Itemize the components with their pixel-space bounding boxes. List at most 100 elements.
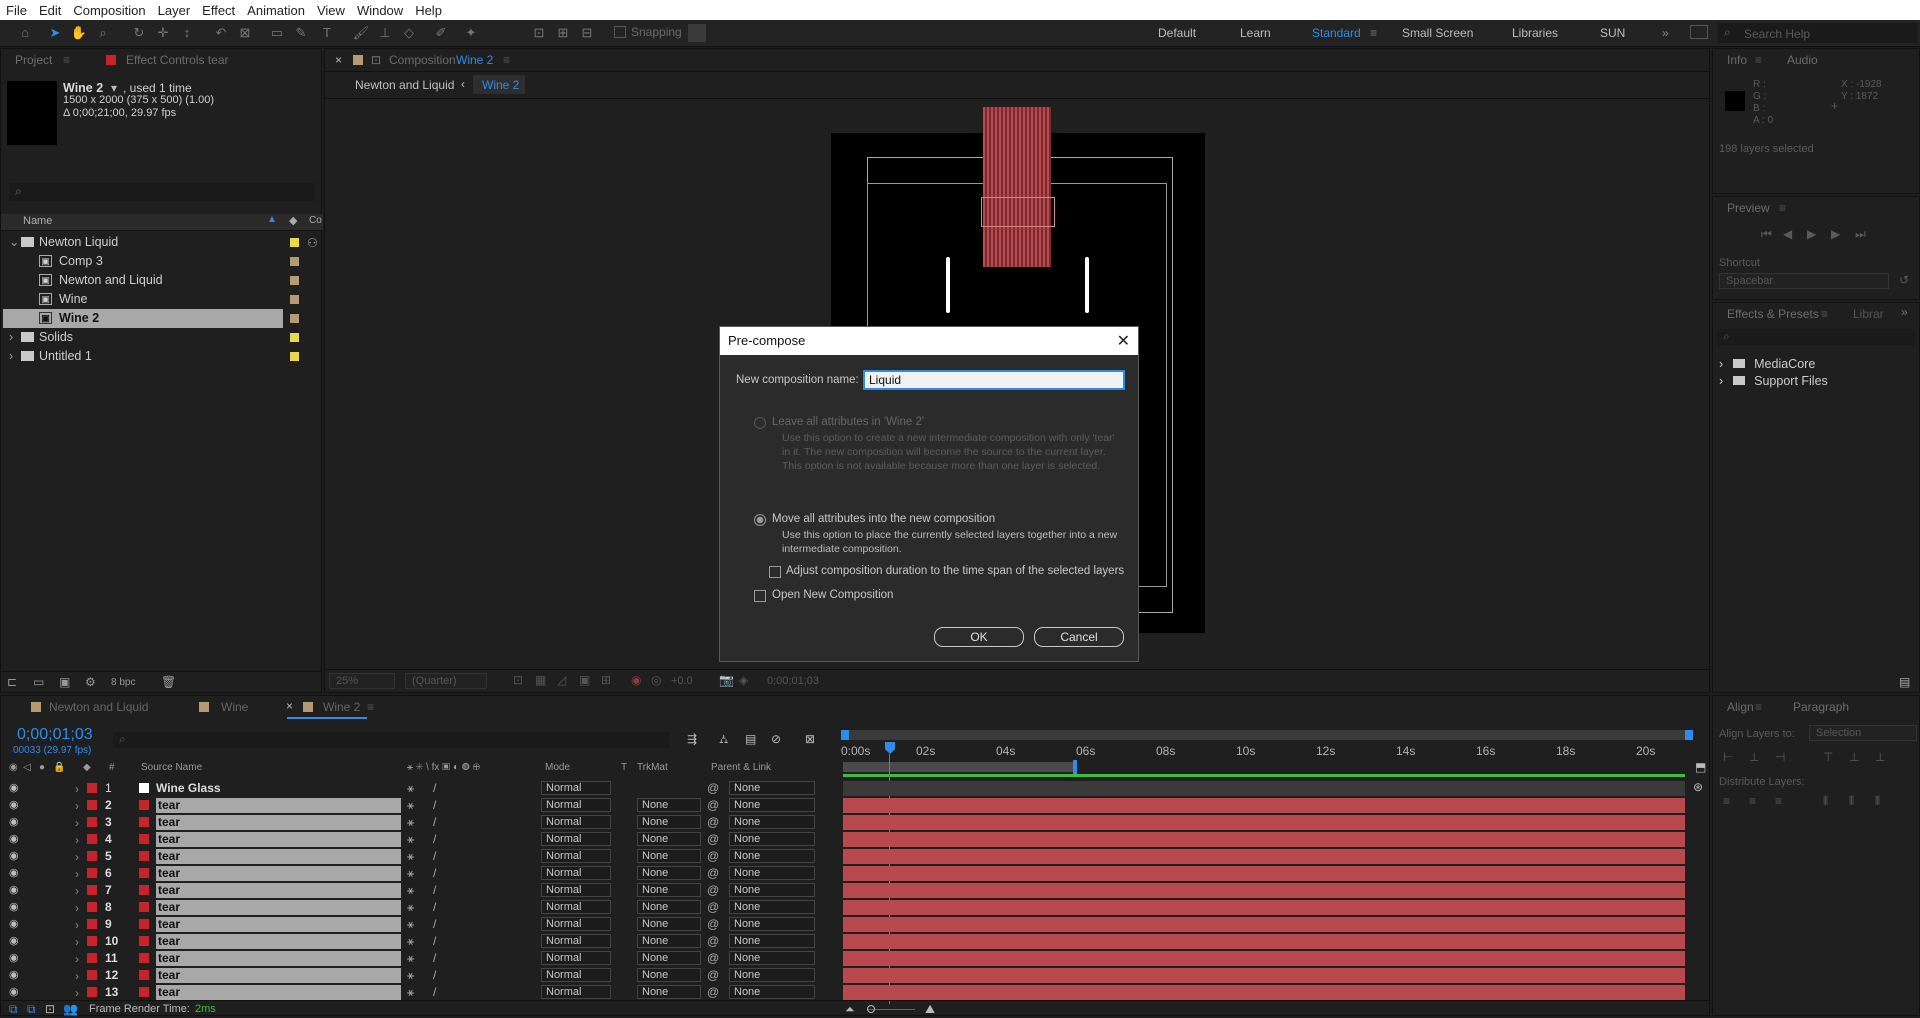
zoom-out-icon[interactable]: ⏶ [845, 1002, 855, 1017]
column-name[interactable]: Name [23, 215, 52, 227]
axis-local-icon[interactable]: ⊡ [530, 24, 548, 42]
parent-dropdown[interactable]: None [729, 900, 815, 914]
play-icon[interactable]: ▶ [1807, 227, 1816, 241]
timeline-tab-wine-2[interactable]: Wine 2 [323, 700, 360, 714]
switches-header-icon[interactable]: ⚹ ✳ \ fx ▣ ◐ ◍ ⊕ [407, 762, 480, 773]
pick-whip-icon[interactable]: @ [707, 968, 719, 982]
pick-whip-icon[interactable]: @ [707, 900, 719, 914]
radio-leave-attributes[interactable] [754, 417, 766, 429]
shy-switch-icon[interactable]: ⚹ [407, 917, 414, 932]
tab-info[interactable]: Info [1727, 53, 1747, 67]
menu-view[interactable]: View [311, 3, 351, 18]
expand-closed-icon[interactable]: › [75, 884, 79, 898]
mode-dropdown[interactable]: Normal [541, 968, 611, 982]
expand-closed-icon[interactable]: › [75, 782, 79, 796]
work-area-end-handle[interactable] [1685, 730, 1693, 740]
column-t[interactable]: T [621, 762, 627, 773]
align-to-dropdown[interactable]: Selection [1809, 725, 1917, 741]
layer-name[interactable]: tear [156, 883, 401, 898]
workspace-libraries[interactable]: Libraries [1512, 26, 1558, 40]
shy-switch-icon[interactable]: ⚹ [407, 849, 414, 864]
mode-dropdown[interactable]: Normal [541, 917, 611, 931]
menu-animation[interactable]: Animation [241, 3, 311, 18]
mode-dropdown[interactable]: Normal [541, 798, 611, 812]
color-management-icon[interactable]: ◉ [631, 673, 641, 687]
parent-dropdown[interactable]: None [729, 985, 815, 999]
layer-duration-bar[interactable] [843, 781, 1685, 796]
project-row[interactable]: ▣ Wine [3, 290, 299, 309]
distribute-top-icon[interactable]: ≡ [1723, 794, 1730, 808]
next-frame-icon[interactable]: ▶ [1831, 227, 1840, 241]
label-color[interactable] [87, 817, 97, 827]
hide-shy-layers-icon[interactable]: ▤ [745, 732, 756, 746]
layer-row[interactable]: ◉ › 5 tear ⚹ / Normal None @ None [1, 848, 1920, 865]
trash-icon[interactable]: 🗑 [161, 675, 176, 689]
eye-icon[interactable]: ◉ [9, 849, 19, 862]
layer-row[interactable]: ◉ › 8 tear ⚹ / Normal None @ None [1, 899, 1920, 916]
project-row[interactable]: ⌄ Newton Liquid [3, 233, 299, 252]
align-bottom-icon[interactable]: ⊥ [1875, 750, 1885, 764]
shy-switch-icon[interactable]: ⚹ [407, 883, 414, 898]
distribute-hcenter-icon[interactable]: ⫴ [1849, 794, 1854, 809]
axis-view-icon[interactable]: ⊟ [578, 24, 596, 42]
workspace-learn[interactable]: Learn [1240, 26, 1271, 40]
sort-ascending-icon[interactable]: ▲ [267, 214, 277, 225]
menu-edit[interactable]: Edit [33, 3, 67, 18]
mode-dropdown[interactable]: Normal [541, 951, 611, 965]
column-parent[interactable]: Parent & Link [711, 762, 771, 773]
parent-dropdown[interactable]: None [729, 934, 815, 948]
expand-closed-icon[interactable]: › [75, 867, 79, 881]
tab-paragraph[interactable]: Paragraph [1793, 700, 1849, 714]
eye-icon[interactable]: ◉ [9, 866, 19, 879]
quality-switch-icon[interactable]: / [433, 951, 436, 965]
ok-button[interactable]: OK [934, 627, 1024, 647]
distribute-right-icon[interactable]: ⫴ [1875, 794, 1880, 809]
quality-switch-icon[interactable]: / [433, 798, 436, 812]
project-row[interactable]: ▣ Newton and Liquid [3, 271, 299, 290]
home-icon[interactable]: ⌂ [16, 24, 34, 42]
zoom-in-icon[interactable]: ⛰ [925, 1002, 935, 1017]
expand-closed-icon[interactable]: › [75, 952, 79, 966]
item-dropdown-icon[interactable]: ▾ [111, 81, 117, 95]
snapshot-icon[interactable]: 📷 [719, 673, 734, 687]
clone-stamp-icon[interactable]: ⊥ [376, 24, 394, 42]
label-color[interactable] [87, 953, 97, 963]
layer-name[interactable]: Wine Glass [156, 781, 221, 795]
resolution-dropdown[interactable]: (Quarter) [405, 673, 487, 689]
trkmat-dropdown[interactable]: None [637, 968, 701, 982]
expand-closed-icon[interactable]: › [75, 850, 79, 864]
project-row[interactable]: › Solids [3, 328, 299, 347]
label-color[interactable] [87, 868, 97, 878]
tab-project[interactable]: Project [15, 49, 52, 71]
label-color[interactable] [87, 902, 97, 912]
timeline-menu-icon[interactable]: ≡ [367, 700, 374, 714]
search-help-field[interactable]: ⌕ Search Help [1718, 23, 1918, 43]
menu-layer[interactable]: Layer [152, 3, 197, 18]
label-color[interactable] [87, 834, 97, 844]
trkmat-dropdown[interactable]: None [637, 951, 701, 965]
close-tab-icon[interactable]: × [335, 53, 342, 67]
column-trkmat[interactable]: TrkMat [637, 762, 668, 773]
pick-whip-icon[interactable]: @ [707, 951, 719, 965]
eye-icon[interactable]: ◉ [9, 985, 19, 998]
layer-name[interactable]: tear [156, 934, 401, 949]
shy-switch-icon[interactable]: ⚹ [407, 951, 414, 966]
column-co[interactable]: Co [309, 215, 322, 226]
project-tab-menu-icon[interactable]: ≡ [63, 49, 70, 71]
work-area-bar[interactable] [841, 730, 1693, 740]
shy-switch-icon[interactable]: ⚹ [407, 900, 414, 915]
parent-dropdown[interactable]: None [729, 968, 815, 982]
eye-icon[interactable]: ◉ [9, 883, 19, 896]
pick-whip-icon[interactable]: @ [707, 917, 719, 931]
transfer-controls-toggle-icon[interactable]: ⧉ [27, 1002, 36, 1017]
expand-closed-icon[interactable]: › [75, 918, 79, 932]
region-of-interest-icon[interactable]: ▣ [579, 673, 590, 687]
parent-dropdown[interactable]: None [729, 781, 815, 795]
work-area-start-handle[interactable] [841, 730, 849, 740]
graph-editor-icon[interactable]: ⊠ [805, 732, 815, 746]
layer-row[interactable]: ◉ › 9 tear ⚹ / Normal None @ None [1, 916, 1920, 933]
effects-folder-row[interactable]: › MediaCore [1719, 357, 1815, 371]
expand-closed-icon[interactable]: › [9, 347, 13, 366]
quality-switch-icon[interactable]: / [433, 832, 436, 846]
workspace-menu-icon[interactable]: ≡ [1370, 26, 1377, 40]
